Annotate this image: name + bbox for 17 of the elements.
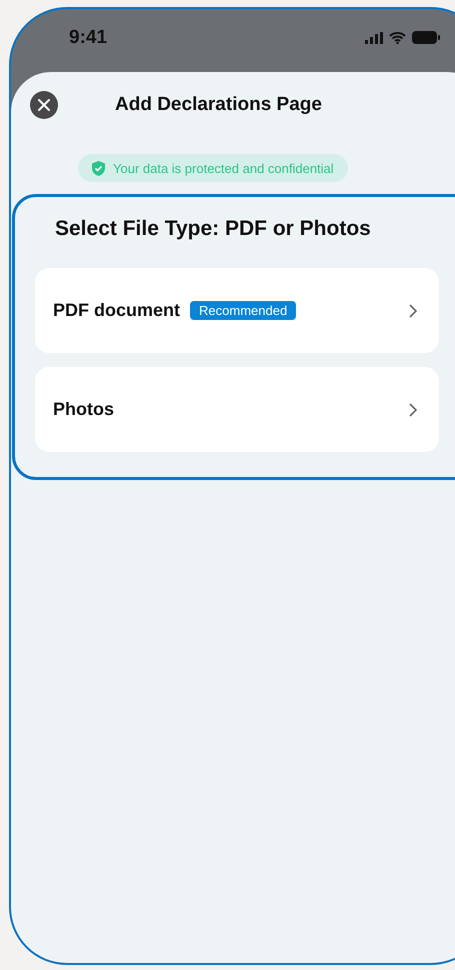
file-type-option[interactable]: Photos <box>35 367 439 452</box>
close-button[interactable] <box>30 91 58 119</box>
shield-check-icon <box>92 160 105 176</box>
status-time: 9:41 <box>69 26 108 48</box>
recommended-badge: Recommended <box>190 301 296 320</box>
battery-icon <box>412 31 440 44</box>
section-title: Select File Type: PDF or Photos <box>55 217 372 241</box>
chevron-right-icon <box>409 402 417 416</box>
page-title: Add Declarations Page <box>115 94 322 116</box>
notice-text: Your data is protected and confidential <box>113 160 334 176</box>
chevron-right-icon <box>409 304 417 318</box>
close-icon <box>38 99 50 111</box>
wifi-icon <box>389 32 406 44</box>
option-label: Photos <box>53 399 114 420</box>
signal-icon <box>365 32 384 44</box>
file-type-option[interactable]: PDF document Recommended <box>35 268 439 353</box>
option-label: PDF document <box>53 300 180 321</box>
